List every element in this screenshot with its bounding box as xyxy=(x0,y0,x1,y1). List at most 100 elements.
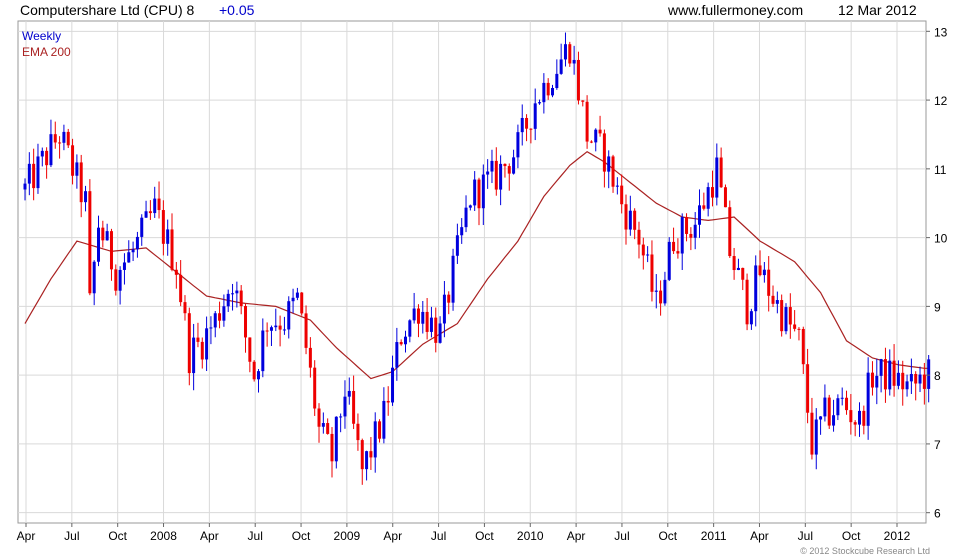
candle-body xyxy=(114,269,118,291)
candle-body xyxy=(551,88,555,96)
candle-body xyxy=(218,313,222,321)
candle-body xyxy=(105,231,109,241)
candle-body xyxy=(200,341,204,360)
candle-body xyxy=(412,308,416,321)
x-tick-label: Oct xyxy=(475,529,494,543)
candle-body xyxy=(563,44,567,60)
candle-body xyxy=(295,292,299,298)
x-tick-label: Apr xyxy=(567,529,586,543)
candle-body xyxy=(676,251,680,254)
candle-body xyxy=(503,163,507,167)
candle-body xyxy=(442,294,446,324)
candle-body xyxy=(382,400,386,439)
candle-body xyxy=(845,397,849,411)
candle-body xyxy=(317,408,321,427)
candle-body xyxy=(196,337,200,342)
candle-body xyxy=(589,141,593,143)
candle-body xyxy=(205,328,209,360)
candle-body xyxy=(49,134,53,166)
candle-body xyxy=(771,295,775,304)
candle-body xyxy=(101,227,105,241)
y-tick-label: 10 xyxy=(934,232,948,246)
candle-body xyxy=(685,217,689,234)
x-tick-label: Oct xyxy=(292,529,311,543)
x-tick-label: Oct xyxy=(842,529,861,543)
candle-body xyxy=(819,416,823,420)
x-tick-label: Jul xyxy=(614,529,629,543)
candle-body xyxy=(213,313,217,328)
candle-body xyxy=(594,129,598,143)
candle-body xyxy=(749,311,753,325)
candle-body xyxy=(624,204,628,230)
candle-body xyxy=(378,421,382,439)
candle-body xyxy=(520,117,524,133)
x-tick-label: 2011 xyxy=(701,529,727,543)
y-tick-label: 12 xyxy=(934,94,948,108)
candle-body xyxy=(421,311,425,324)
candle-body xyxy=(499,163,503,190)
candle-body xyxy=(801,328,805,365)
candle-body xyxy=(909,374,913,382)
candle-body xyxy=(97,227,101,262)
candle-body xyxy=(680,217,684,254)
candle-body xyxy=(780,300,784,332)
candle-body xyxy=(901,372,905,390)
candle-body xyxy=(40,150,44,157)
x-tick-label: Oct xyxy=(108,529,127,543)
x-tick-label: Jul xyxy=(64,529,79,543)
candle-body xyxy=(650,254,654,292)
candle-body xyxy=(659,290,663,304)
candle-body xyxy=(615,185,619,187)
candle-body xyxy=(170,229,174,270)
candle-body xyxy=(248,337,252,362)
x-tick-label: Oct xyxy=(658,529,677,543)
candle-body xyxy=(226,293,230,307)
candle-body xyxy=(538,102,542,104)
candle-body xyxy=(477,179,481,209)
candle-body xyxy=(620,185,624,205)
candle-body xyxy=(140,217,144,237)
candle-body xyxy=(602,133,606,172)
candle-body xyxy=(183,302,187,314)
candle-body xyxy=(741,267,745,280)
candle-body xyxy=(896,372,900,386)
candle-body xyxy=(762,269,766,276)
candle-body xyxy=(36,156,40,189)
candle-body xyxy=(607,156,611,172)
candle-body xyxy=(274,325,278,328)
candle-body xyxy=(334,416,338,462)
candle-body xyxy=(153,198,157,214)
candle-body xyxy=(144,211,148,218)
y-tick-label: 6 xyxy=(934,507,941,521)
candle-body xyxy=(490,160,494,172)
candle-body xyxy=(875,375,879,388)
candle-body xyxy=(403,336,407,345)
candle-body xyxy=(157,198,161,211)
candle-body xyxy=(628,210,632,230)
candle-body xyxy=(222,306,226,321)
candle-body xyxy=(486,171,490,175)
candle-body xyxy=(278,325,282,330)
candle-body xyxy=(559,59,563,74)
candle-body xyxy=(53,134,57,143)
candle-body xyxy=(84,191,88,203)
candle-body xyxy=(723,187,727,208)
y-tick-label: 11 xyxy=(934,163,947,177)
candle-body xyxy=(235,290,239,294)
x-tick-label: 2010 xyxy=(517,529,544,543)
y-tick-label: 9 xyxy=(934,300,941,314)
candle-body xyxy=(745,279,749,325)
candle-body xyxy=(667,241,671,280)
candle-body xyxy=(356,423,360,441)
candle-body xyxy=(832,415,836,426)
candle-body xyxy=(265,330,269,332)
candle-body xyxy=(516,132,520,158)
candle-body xyxy=(715,157,719,198)
candle-body xyxy=(836,398,840,416)
plot-frame xyxy=(17,20,927,524)
candle-body xyxy=(494,160,498,190)
candle-body xyxy=(252,361,256,380)
candle-body xyxy=(533,103,537,129)
candle-body xyxy=(161,210,165,244)
candle-body xyxy=(373,421,377,458)
